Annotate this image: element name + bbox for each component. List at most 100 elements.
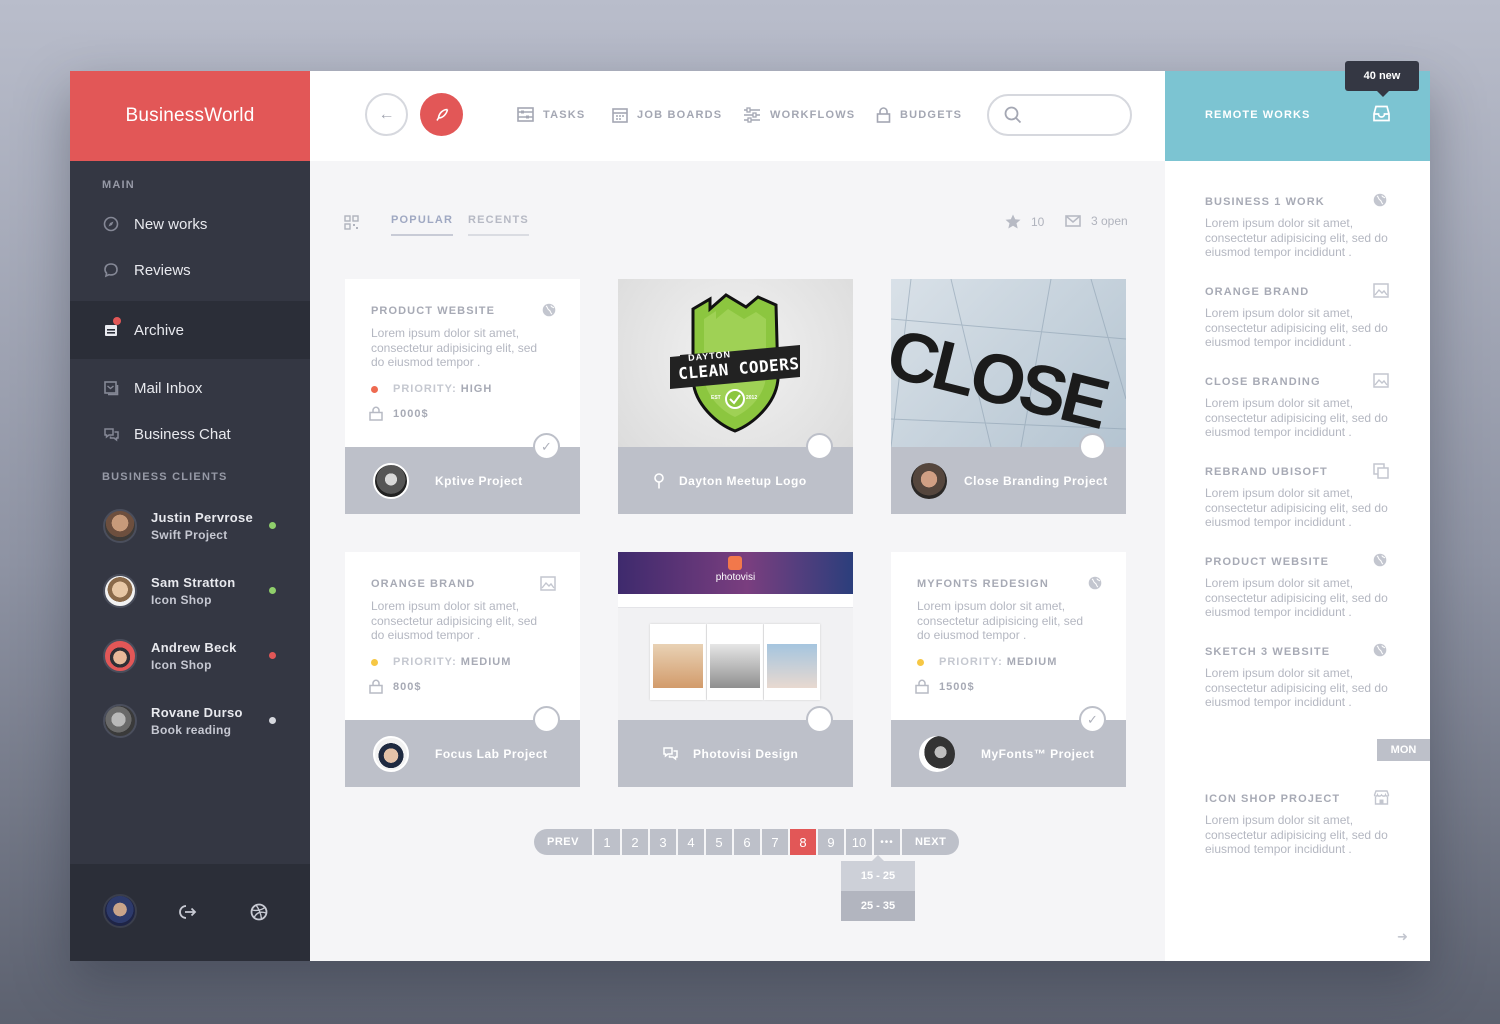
- more-pages-button[interactable]: •••: [873, 829, 900, 855]
- client-item[interactable]: Rovane Durso Book reading: [70, 688, 310, 753]
- project-card[interactable]: PRODUCT WEBSITE Lorem ipsum dolor sit am…: [345, 279, 580, 514]
- chat-bubble-icon: [102, 261, 120, 279]
- nav-tasks[interactable]: TASKS: [517, 107, 585, 122]
- page-button[interactable]: 9: [817, 829, 844, 855]
- card-footer-title: Kptive Project: [435, 473, 523, 488]
- chat-icon: [102, 425, 120, 443]
- remote-work-item[interactable]: BUSINESS 1 WORK Lorem ipsum dolor sit am…: [1205, 193, 1405, 260]
- page-button[interactable]: 7: [761, 829, 788, 855]
- photovisi-logo-text: photovisi: [715, 572, 756, 583]
- remote-work-item[interactable]: PRODUCT WEBSITE Lorem ipsum dolor sit am…: [1205, 553, 1405, 620]
- sidebar-item-archive[interactable]: Archive: [70, 301, 310, 359]
- remote-work-description: Lorem ipsum dolor sit amet, consectetur …: [1205, 306, 1388, 349]
- filter-bar: POPULAR RECENTS 10 3 open: [310, 211, 1165, 241]
- sidebar-item-business-chat[interactable]: Business Chat: [70, 411, 310, 457]
- status-dot: [269, 587, 276, 594]
- status-dot: [269, 717, 276, 724]
- store-icon: [1373, 790, 1390, 805]
- dropdown-option[interactable]: 15 - 25: [841, 861, 915, 891]
- page-button-active[interactable]: 8: [789, 829, 816, 855]
- inbox-tray-icon[interactable]: [1372, 105, 1391, 122]
- project-card[interactable]: CLOSE Close Branding Project: [891, 279, 1126, 514]
- card-title: PRODUCT WEBSITE: [371, 305, 496, 317]
- client-item[interactable]: Sam Stratton Icon Shop: [70, 558, 310, 623]
- qr-grid-icon[interactable]: [344, 215, 359, 235]
- remote-work-item[interactable]: CLOSE BRANDING Lorem ipsum dolor sit ame…: [1205, 373, 1405, 440]
- remote-work-description: Lorem ipsum dolor sit amet, consectetur …: [1205, 666, 1388, 709]
- project-card[interactable]: DAYTON CLEAN CODERS EST 2012 Dayton Meet…: [618, 279, 853, 514]
- page-button[interactable]: 2: [621, 829, 648, 855]
- check-toggle[interactable]: ✓: [533, 433, 560, 460]
- sidebar-item-reviews[interactable]: Reviews: [70, 247, 310, 293]
- page-button[interactable]: 10: [845, 829, 872, 855]
- sidebar-footer: [70, 864, 310, 961]
- priority-label: PRIORITY:: [393, 383, 457, 395]
- sidebar-item-mail-inbox[interactable]: Mail Inbox: [70, 365, 310, 411]
- client-project: Icon Shop: [151, 657, 212, 672]
- sidebar-item-label: Mail Inbox: [134, 379, 203, 397]
- page-range-dropdown: 15 - 25 25 - 35: [841, 855, 915, 921]
- check-toggle[interactable]: [806, 706, 833, 733]
- brand-logo[interactable]: BusinessWorld: [70, 71, 310, 161]
- globe-icon: [542, 303, 556, 317]
- remote-work-item[interactable]: ICON SHOP PROJECT Lorem ipsum dolor sit …: [1205, 790, 1405, 857]
- card-description: Lorem ipsum dolor sit amet, consectetur …: [917, 599, 1084, 642]
- checkmark-icon: ✓: [1087, 711, 1098, 727]
- remote-work-description: Lorem ipsum dolor sit amet, consectetur …: [1205, 813, 1388, 856]
- project-card[interactable]: ORANGE BRAND Lorem ipsum dolor sit amet,…: [345, 552, 580, 787]
- page-button[interactable]: 3: [649, 829, 676, 855]
- project-card[interactable]: photovisi Photovisi Design: [618, 552, 853, 787]
- new-count-tooltip: 40 new: [1345, 61, 1419, 97]
- tab-popular[interactable]: POPULAR: [391, 214, 454, 236]
- dribbble-icon[interactable]: [241, 894, 277, 930]
- sidebar-item-new-works[interactable]: New works: [70, 201, 310, 247]
- page-button[interactable]: 5: [705, 829, 732, 855]
- card-price: 800$: [369, 679, 421, 694]
- next-button[interactable]: NEXT: [901, 829, 960, 855]
- remote-work-description: Lorem ipsum dolor sit amet, consectetur …: [1205, 576, 1388, 619]
- priority-dot: [371, 658, 378, 666]
- nav-workflows[interactable]: WORKFLOWS: [743, 107, 855, 123]
- page-button[interactable]: 1: [593, 829, 620, 855]
- card-footer-title: Photovisi Design: [693, 746, 799, 761]
- remote-work-item[interactable]: SKETCH 3 WEBSITE Lorem ipsum dolor sit a…: [1205, 643, 1405, 710]
- card-image: DAYTON CLEAN CODERS EST 2012: [618, 279, 853, 447]
- nav-tasks-label: TASKS: [543, 108, 586, 121]
- logo-est-text: EST: [711, 395, 721, 401]
- compose-button[interactable]: [420, 93, 463, 136]
- check-toggle[interactable]: ✓: [1079, 706, 1106, 733]
- check-toggle[interactable]: [533, 706, 560, 733]
- arrow-right-icon[interactable]: ➜: [1397, 929, 1408, 945]
- logout-icon[interactable]: [170, 894, 206, 930]
- open-count[interactable]: 3 open: [1065, 214, 1128, 228]
- sidebar-item-label: New works: [134, 215, 208, 233]
- page-button[interactable]: 6: [733, 829, 760, 855]
- project-card[interactable]: MYFONTS REDESIGN Lorem ipsum dolor sit a…: [891, 552, 1126, 787]
- client-item[interactable]: Andrew Beck Icon Shop: [70, 623, 310, 688]
- search-input[interactable]: [987, 94, 1132, 136]
- stars-count[interactable]: 10: [1005, 214, 1044, 229]
- remote-work-item[interactable]: ORANGE BRAND Lorem ipsum dolor sit amet,…: [1205, 283, 1405, 350]
- user-avatar[interactable]: [103, 894, 137, 928]
- nav-budgets[interactable]: BUDGETS: [876, 107, 962, 123]
- right-panel-title: REMOTE WORKS: [1205, 109, 1311, 121]
- check-toggle[interactable]: [1079, 433, 1106, 460]
- nav-job-boards[interactable]: JOB BOARDS: [612, 107, 722, 123]
- mail-icon: [1065, 215, 1081, 227]
- price-value: 800$: [393, 680, 422, 693]
- check-toggle[interactable]: [806, 433, 833, 460]
- client-item[interactable]: Justin Pervrose Swift Project: [70, 493, 310, 558]
- prev-button[interactable]: PREV: [534, 829, 592, 855]
- dropdown-option[interactable]: 25 - 35: [841, 891, 915, 921]
- priority-dot: [371, 385, 378, 393]
- remote-work-item[interactable]: REBRAND UBISOFT Lorem ipsum dolor sit am…: [1205, 463, 1405, 530]
- lock-icon: [369, 406, 383, 421]
- priority-value: HIGH: [460, 383, 493, 395]
- tab-recents[interactable]: RECENTS: [468, 214, 529, 236]
- page-button[interactable]: 4: [677, 829, 704, 855]
- back-button[interactable]: ←: [365, 93, 408, 136]
- avatar: [103, 703, 137, 738]
- client-project: Book reading: [151, 722, 232, 737]
- card-image: photovisi: [618, 552, 853, 720]
- section-title-business-clients: BUSINESS CLIENTS: [102, 471, 228, 483]
